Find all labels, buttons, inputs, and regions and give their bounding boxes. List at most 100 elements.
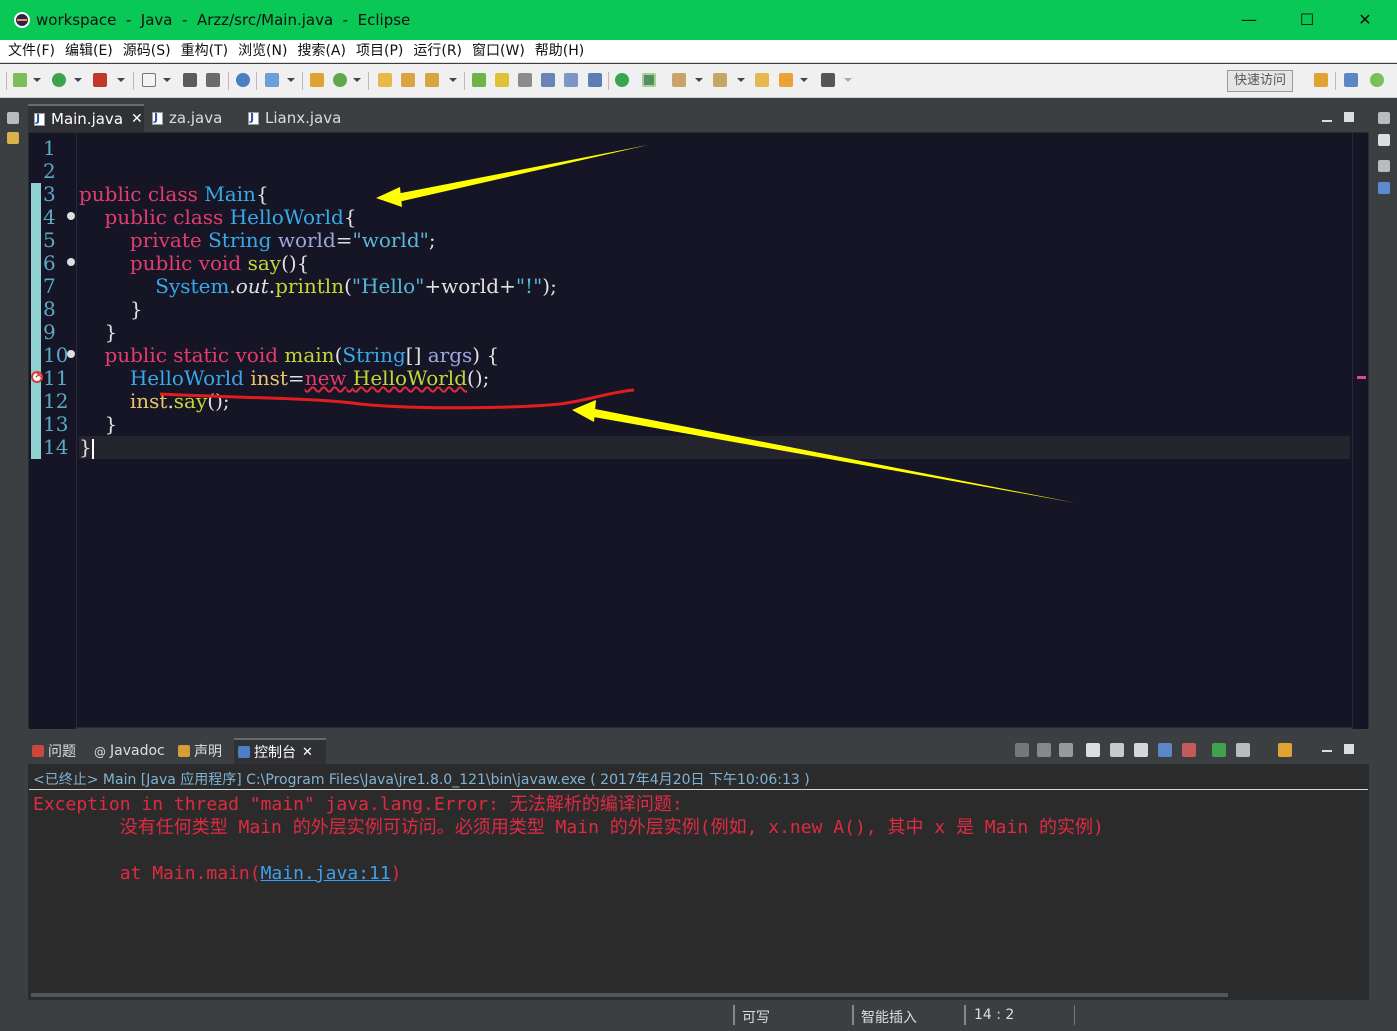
menu-refactor[interactable]: 重构(T) — [176, 40, 233, 62]
minimize-view-icon[interactable] — [1322, 112, 1332, 122]
external-tools-icon[interactable] — [93, 73, 107, 87]
display-console-icon[interactable] — [1236, 743, 1250, 757]
tab-declaration[interactable]: 声明 — [174, 738, 232, 764]
last-edit-location-icon[interactable] — [755, 73, 769, 87]
next-annotation-icon[interactable] — [672, 73, 686, 87]
annotation-icon[interactable] — [472, 73, 486, 87]
back-arrow-icon[interactable] — [779, 73, 793, 87]
show-source-icon[interactable] — [588, 73, 602, 87]
open-type-icon[interactable] — [378, 73, 392, 87]
tab-lianx-java[interactable]: Lianx.java — [242, 104, 352, 132]
menu-project[interactable]: 项目(P) — [351, 40, 408, 62]
error-overview-mark[interactable] — [1357, 376, 1366, 379]
forward-arrow-icon[interactable] — [821, 73, 835, 87]
chevron-down-icon[interactable] — [163, 78, 171, 82]
tab-problems[interactable]: 问题 — [28, 738, 86, 764]
save-icon[interactable] — [183, 73, 197, 87]
close-window-button[interactable]: ✕ — [1336, 0, 1394, 38]
menu-search[interactable]: 搜索(A) — [292, 40, 351, 62]
highlight-icon[interactable] — [495, 73, 509, 87]
tab-main-java[interactable]: Main.java ✕ — [28, 104, 144, 132]
debug-icon[interactable] — [13, 73, 27, 87]
terminate-icon[interactable] — [642, 73, 656, 87]
code-area[interactable]: public class Main{ public class HelloWor… — [79, 133, 1350, 729]
show-console-on-output-icon[interactable] — [1158, 743, 1172, 757]
new-java-project-icon[interactable] — [265, 73, 279, 87]
outline-icon[interactable] — [1378, 182, 1390, 194]
maximize-button[interactable]: ☐ — [1278, 0, 1336, 38]
word-wrap-icon[interactable] — [1134, 743, 1148, 757]
tab-console[interactable]: 控制台 ✕ — [234, 738, 326, 764]
toolbar-separator — [608, 72, 609, 90]
maximize-view-icon[interactable] — [1344, 112, 1354, 122]
menu-edit[interactable]: 编辑(E) — [60, 40, 118, 62]
menu-help[interactable]: 帮助(H) — [530, 40, 589, 62]
close-tab-icon[interactable]: ✕ — [131, 111, 143, 127]
previous-annotation-icon[interactable] — [713, 73, 727, 87]
maximize-view-icon[interactable] — [1344, 744, 1354, 754]
remove-launch-icon[interactable] — [1037, 743, 1051, 757]
show-whitespace-icon[interactable] — [541, 73, 555, 87]
search-icon[interactable] — [425, 73, 439, 87]
chevron-down-icon[interactable] — [33, 78, 41, 82]
minimize-button[interactable]: — — [1220, 0, 1278, 38]
restore-icon[interactable] — [7, 112, 19, 124]
chevron-down-icon[interactable] — [737, 78, 745, 82]
remove-all-launches-icon[interactable] — [1059, 743, 1073, 757]
tab-za-java[interactable]: za.java — [146, 104, 242, 132]
chevron-down-icon[interactable] — [353, 78, 361, 82]
chevron-down-icon[interactable] — [74, 78, 82, 82]
new-file-icon[interactable] — [142, 73, 156, 87]
new-package-icon[interactable] — [310, 73, 324, 87]
quick-access-field[interactable]: 快速访问 — [1227, 70, 1293, 92]
menu-window[interactable]: 窗口(W) — [467, 40, 530, 62]
code-editor[interactable]: 1 2 3 4 5 6 7 8 9 10 11 12 13 14 public … — [28, 132, 1369, 729]
terminate-icon[interactable] — [1015, 743, 1029, 757]
run-icon[interactable] — [52, 73, 66, 87]
close-tab-icon[interactable]: ✕ — [302, 745, 313, 760]
java-perspective-icon[interactable] — [1344, 73, 1358, 87]
console-error-line-2: 没有任何类型 Main 的外层实例可访问。必须用类型 Main 的外层实例(例如… — [33, 817, 1104, 838]
task-list-icon[interactable] — [1378, 134, 1390, 146]
save-all-icon[interactable] — [206, 73, 220, 87]
java-file-icon — [152, 111, 163, 125]
restore-icon[interactable] — [1378, 112, 1390, 124]
skip-breakpoints-icon[interactable] — [236, 73, 250, 87]
pin-console-icon[interactable] — [1212, 743, 1226, 757]
package-explorer-icon[interactable] — [7, 132, 19, 144]
coverage-icon[interactable] — [615, 73, 629, 87]
chevron-down-icon[interactable] — [844, 78, 852, 82]
debug-perspective-icon[interactable] — [1370, 73, 1384, 87]
menu-navigate[interactable]: 浏览(N) — [233, 40, 292, 62]
menu-run[interactable]: 运行(R) — [408, 40, 467, 62]
tab-javadoc[interactable]: @ Javadoc — [90, 738, 174, 764]
chevron-down-icon[interactable] — [117, 78, 125, 82]
minimize-view-icon[interactable] — [1322, 742, 1332, 752]
clear-console-icon[interactable] — [1086, 743, 1100, 757]
chevron-down-icon[interactable] — [800, 78, 808, 82]
scroll-lock-icon[interactable] — [1110, 743, 1124, 757]
fold-toggle-icon[interactable] — [67, 350, 75, 358]
chevron-down-icon[interactable] — [449, 78, 457, 82]
fold-toggle-icon[interactable] — [67, 212, 75, 220]
chevron-down-icon[interactable] — [287, 78, 295, 82]
menu-source[interactable]: 源码(S) — [118, 40, 176, 62]
console-view[interactable]: <已终止> Main [Java 应用程序] C:\Program Files\… — [28, 764, 1369, 1000]
error-marker-icon[interactable] — [31, 368, 43, 383]
horizontal-scrollbar[interactable] — [31, 993, 1228, 997]
open-console-icon[interactable] — [1278, 743, 1292, 757]
new-class-icon[interactable] — [333, 73, 347, 87]
chevron-down-icon[interactable] — [695, 78, 703, 82]
fold-toggle-icon[interactable] — [67, 258, 75, 266]
open-perspective-icon[interactable] — [1314, 73, 1328, 87]
toggle-block-icon[interactable] — [518, 73, 532, 87]
paragraph-icon[interactable] — [564, 73, 578, 87]
overview-ruler[interactable] — [1352, 133, 1368, 729]
restore-icon[interactable] — [1378, 160, 1390, 172]
keyword: public class — [104, 205, 230, 229]
open-task-icon[interactable] — [401, 73, 415, 87]
show-console-on-error-icon[interactable] — [1182, 743, 1196, 757]
stacktrace-link[interactable]: Main.java:11 — [261, 863, 391, 884]
menu-file[interactable]: 文件(F) — [3, 40, 60, 62]
